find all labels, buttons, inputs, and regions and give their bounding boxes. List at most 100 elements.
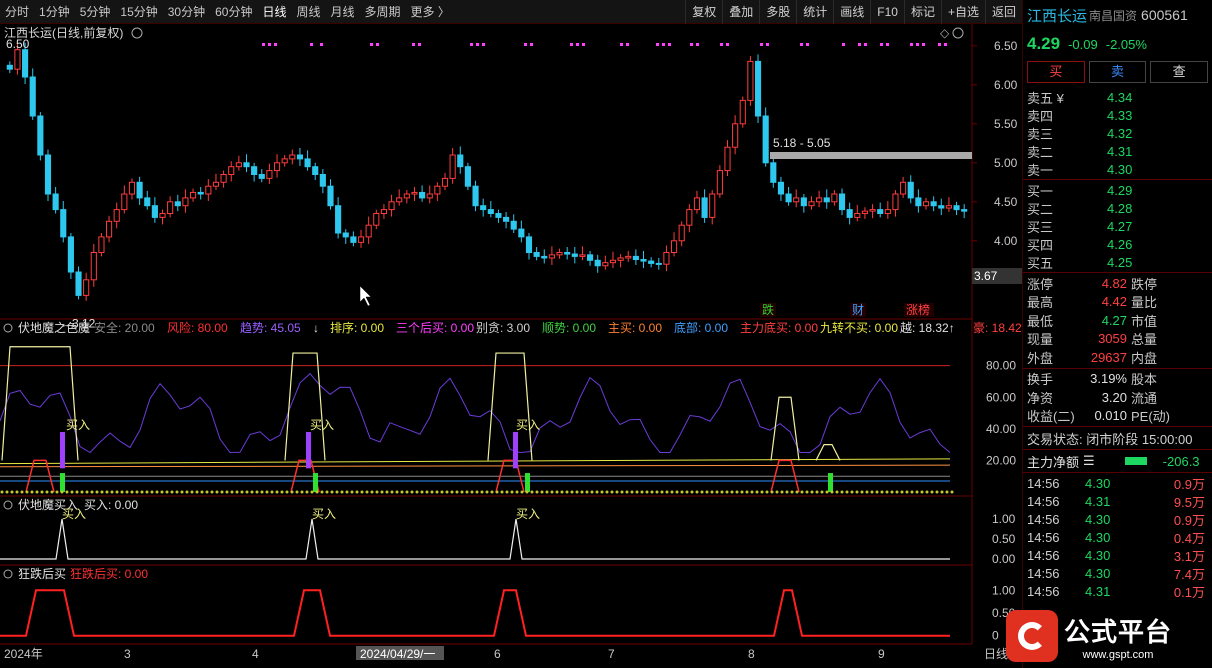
baseline-dot <box>425 490 429 494</box>
tool-button[interactable]: 多股 <box>759 0 796 24</box>
ask-label: 卖三 <box>1027 126 1054 142</box>
baseline-dot <box>835 490 839 494</box>
price-change-pct: -2.05% <box>1105 36 1147 52</box>
baseline-dot <box>100 490 104 494</box>
tick-row: 14:56 4.31 0.1万 <box>1023 582 1212 600</box>
baseline-dot <box>500 490 504 494</box>
baseline-dot <box>810 490 814 494</box>
period-tab[interactable]: 分时 <box>0 0 34 24</box>
baseline-dot <box>545 490 549 494</box>
candle <box>29 76 36 117</box>
menu-icon[interactable]: ☰ <box>1083 453 1095 469</box>
signal-dot <box>800 43 803 46</box>
tick-time: 14:56 <box>1027 565 1060 581</box>
bid-label: 买三 <box>1027 219 1054 235</box>
candle <box>732 123 739 148</box>
baseline-dot <box>660 490 664 494</box>
signal-dot <box>476 43 479 46</box>
candle <box>800 197 807 207</box>
query-button[interactable]: 查 <box>1150 61 1209 83</box>
chart-area[interactable]: 江西长运(日线,前复权) 6.50 6.00 5.50 5.00 4.50 4.00 5.18… <box>0 24 1022 668</box>
period-tab[interactable]: 60分钟 <box>210 0 257 24</box>
baseline-dot <box>90 490 94 494</box>
tick-row: 14:56 4.31 9.5万 <box>1023 492 1212 510</box>
baseline-dot <box>575 490 579 494</box>
candle <box>342 232 349 238</box>
baseline-dot <box>780 490 784 494</box>
candle <box>60 209 67 238</box>
period-tab[interactable]: 15分钟 <box>115 0 162 24</box>
tool-button[interactable]: 统计 <box>796 0 833 24</box>
tool-button[interactable]: 标记 <box>903 0 941 24</box>
baseline-dot <box>515 490 519 494</box>
date-label: 2024/04/29/一 <box>360 647 435 661</box>
candle <box>411 191 418 195</box>
divider <box>1023 449 1212 450</box>
kline-chart[interactable]: 江西长运(日线,前复权)6.506.005.505.004.504.005.18… <box>0 24 1022 668</box>
candle <box>648 260 655 264</box>
indicator-tick: 1.00 <box>992 512 1016 526</box>
baseline-dot <box>455 490 459 494</box>
period-tab[interactable]: 月线 <box>326 0 360 24</box>
stat-label: 现量 <box>1027 332 1054 348</box>
period-tab[interactable]: 5分钟 <box>75 0 116 24</box>
candle <box>556 252 563 256</box>
period-tab[interactable]: 30分钟 <box>163 0 210 24</box>
stat-value: 4.82 <box>1101 275 1127 291</box>
baseline-dot <box>495 490 499 494</box>
period-tab[interactable]: 周线 <box>291 0 325 24</box>
stat-row: 现量 3059 总量 <box>1023 330 1212 349</box>
stat-label: 外盘 <box>1027 350 1054 366</box>
baseline-dot <box>905 490 909 494</box>
baseline-dot <box>765 490 769 494</box>
baseline-dot <box>670 490 674 494</box>
tick-list: 14:56 4.30 0.9万 14:56 4.31 9.5万 14:56 4.30 0.9万 1… <box>1023 474 1212 600</box>
period-tab[interactable]: 多周期 <box>360 0 406 24</box>
indicator-value: 三个后买: 0.00 <box>396 321 474 335</box>
candle <box>900 181 907 195</box>
signal-dot <box>864 43 867 46</box>
stock-header: 江西长运 南昌国资 600561 <box>1023 0 1212 30</box>
tool-button[interactable]: 返回 <box>984 0 1022 24</box>
signal-dot <box>376 43 379 46</box>
baseline-dot <box>420 490 424 494</box>
period-tab[interactable]: 更多 〉 <box>406 0 455 24</box>
baseline-dot <box>825 490 829 494</box>
event-marker: 涨榜 <box>906 302 930 317</box>
tool-button[interactable]: 叠加 <box>722 0 759 24</box>
green-bar <box>60 473 65 492</box>
baseline-dot <box>40 490 44 494</box>
candle <box>938 205 945 209</box>
buy-button[interactable]: 买 <box>1027 61 1085 83</box>
tool-button[interactable]: F10 <box>870 0 904 24</box>
tick-volume: 0.4万 <box>1173 530 1205 546</box>
current-price: 4.29 <box>1027 34 1061 53</box>
candle <box>258 174 265 179</box>
stats-block: 涨停 4.82 跌停 最高 4.42 量比 最低 4.27 市值 现量 3059 总量 外盘 29637 内… <box>1023 274 1212 367</box>
indicator-name: 伏地魔之色魔 <box>18 320 90 335</box>
price-line: 4.29 -0.09 -2.05% <box>1023 30 1212 58</box>
signal-dot <box>620 43 623 46</box>
candle <box>793 197 800 203</box>
candle <box>869 209 876 212</box>
tool-button[interactable]: +自选 <box>940 0 985 24</box>
baseline-dot <box>490 490 494 494</box>
candle <box>846 209 853 218</box>
price-tick-label: 6.50 <box>994 39 1018 53</box>
baseline-dot <box>890 490 894 494</box>
baseline-dot <box>935 490 939 494</box>
baseline-dot <box>300 490 304 494</box>
tool-button[interactable]: 复权 <box>685 0 722 24</box>
chart-bg <box>0 24 1022 668</box>
bid-price: 4.25 <box>1107 254 1133 270</box>
candle <box>724 146 731 172</box>
period-tab[interactable]: 日线 <box>257 0 291 24</box>
candle <box>304 158 311 168</box>
stat-value: 0.010 <box>1094 408 1127 424</box>
period-tab[interactable]: 1分钟 <box>34 0 75 24</box>
baseline-dot <box>770 490 774 494</box>
baseline-dot <box>725 490 729 494</box>
sell-button[interactable]: 卖 <box>1088 61 1147 83</box>
tool-button[interactable]: 画线 <box>833 0 870 24</box>
main-flow-value: -206.3 <box>1162 453 1200 469</box>
